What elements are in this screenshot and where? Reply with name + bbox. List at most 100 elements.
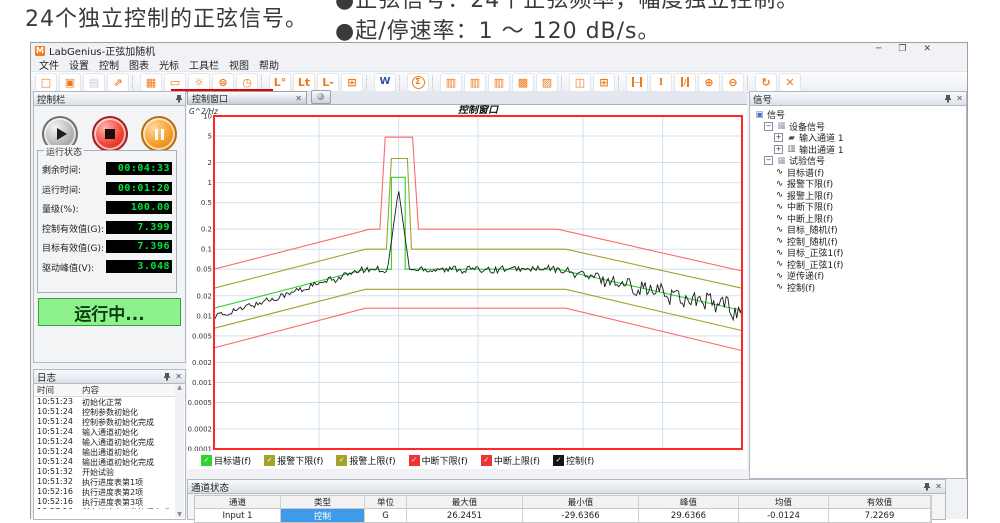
pause-button[interactable] — [141, 116, 177, 152]
legend-item[interactable]: ✓报警下限(f) — [264, 454, 323, 467]
menu-item-6[interactable]: 工具栏 — [184, 57, 224, 72]
spectrum-chart-2-button[interactable]: ▥ — [464, 73, 486, 92]
legend-checkbox[interactable]: ✓ — [553, 455, 564, 466]
mixed-chart-button[interactable]: ▩ — [512, 73, 534, 92]
tree-item[interactable]: ∿目标_随机(f) — [752, 224, 966, 236]
legend-checkbox[interactable]: ✓ — [264, 455, 275, 466]
close-button[interactable]: ✕ — [924, 44, 932, 54]
toolbar-separator — [261, 75, 266, 90]
diagonal-cursor-button[interactable]: ∕ — [674, 73, 696, 92]
tree-item[interactable]: ∿报警下限(f) — [752, 178, 966, 190]
print-button[interactable]: ▦ — [140, 73, 162, 92]
expand-icon[interactable]: + — [774, 145, 783, 154]
legend-item[interactable]: ✓中断上限(f) — [481, 454, 540, 467]
log-scrollbar[interactable]: ▲▼ — [175, 384, 184, 518]
collapse-icon[interactable]: − — [764, 122, 773, 131]
legend-checkbox[interactable]: ✓ — [481, 455, 492, 466]
tree-item[interactable]: −▦试验信号 — [752, 155, 966, 167]
log-title: 日志 — [37, 370, 56, 384]
menu-item-7[interactable]: 视图 — [224, 57, 254, 72]
legend-checkbox[interactable]: ✓ — [336, 455, 347, 466]
filled-chart-button[interactable]: ▨ — [536, 73, 558, 92]
zoom-out-button[interactable]: ⊖ — [722, 73, 744, 92]
export-button[interactable]: ⇗ — [107, 73, 129, 92]
legend-item[interactable]: ✓报警上限(f) — [336, 454, 395, 467]
collapse-icon[interactable]: − — [764, 156, 773, 165]
tree-item[interactable]: ∿目标_正弦1(f) — [752, 247, 966, 259]
tab-control-window[interactable]: 控制窗口 ✕ — [187, 91, 307, 104]
diagonal-cursor-icon: ∕ — [681, 77, 690, 87]
wave-icon: ∿ — [774, 226, 785, 235]
abort-button[interactable]: ✕ — [779, 73, 801, 92]
menu-item-1[interactable]: 文件 — [34, 57, 64, 72]
stop-button[interactable] — [92, 116, 128, 152]
maximize-button[interactable]: ❐ — [898, 44, 906, 54]
menu-item-3[interactable]: 控制 — [94, 57, 124, 72]
toolbar-separator — [747, 75, 752, 90]
pin-icon[interactable] — [176, 95, 182, 103]
layout-grid-button[interactable]: ◫ — [569, 73, 591, 92]
minimize-button[interactable]: ─ — [876, 44, 881, 54]
display-icon: ▭ — [170, 77, 180, 88]
spectrum-chart-3-button[interactable]: ▥ — [488, 73, 510, 92]
pin-icon[interactable] — [945, 95, 951, 103]
doc-text-clipped-line: ●正弦信号：24个正弦频率，幅度独立控制。 — [335, 0, 855, 16]
title-bar: M LabGenius-正弦加随机 ─ ❐ ✕ — [31, 43, 967, 58]
scroll-up-icon[interactable]: ▲ — [177, 384, 182, 391]
channel-table-row[interactable]: Input 1控制G26.2451-29.636629.6366-0.01247… — [195, 509, 931, 522]
table-view-button[interactable]: ⊞ — [593, 73, 615, 92]
close-icon[interactable]: ✕ — [175, 372, 182, 381]
tree-item[interactable]: ▣信号 — [752, 109, 966, 121]
tree-item[interactable]: ∿中断上限(f) — [752, 213, 966, 225]
menu-item-8[interactable]: 帮助 — [254, 57, 284, 72]
tree-item[interactable]: ∿控制_随机(f) — [752, 236, 966, 248]
spectrum-chart-1-icon: ▥ — [446, 77, 456, 88]
vertical-cursor-button[interactable]: I — [650, 73, 672, 92]
open-button[interactable]: ▤ — [83, 73, 105, 92]
tree-item[interactable]: ∿控制(f) — [752, 282, 966, 294]
tree-item[interactable]: ∿目标谱(f) — [752, 167, 966, 179]
horizontal-cursor-button[interactable]: ─ — [626, 73, 648, 92]
zoom-in-button[interactable]: ⊕ — [698, 73, 720, 92]
log-header: 日志 ✕ — [34, 370, 185, 384]
refresh-button[interactable]: ↻ — [755, 73, 777, 92]
save-button[interactable]: ▣ — [59, 73, 81, 92]
legend-item[interactable]: ✓控制(f) — [553, 454, 594, 467]
tree-item[interactable]: ∿报警上限(f) — [752, 190, 966, 202]
word-report-button[interactable]: W — [374, 73, 396, 92]
level-spectrum-3-button[interactable]: L- — [317, 73, 339, 92]
menu-item-2[interactable]: 设置 — [64, 57, 94, 72]
menu-item-4[interactable]: 图表 — [124, 57, 154, 72]
legend-item[interactable]: ✓目标谱(f) — [201, 454, 251, 467]
close-icon[interactable]: ✕ — [956, 94, 963, 103]
menu-item-5[interactable]: 光标 — [154, 57, 184, 72]
level-spectrum-2-icon: Lt — [298, 77, 310, 88]
tree-item[interactable]: +▥输出通道 1 — [752, 144, 966, 156]
tree-item[interactable]: ∿逆传递(f) — [752, 270, 966, 282]
legend-checkbox[interactable]: ✓ — [201, 455, 212, 466]
new-file-button[interactable]: □ — [35, 73, 57, 92]
pin-icon[interactable] — [164, 373, 170, 381]
legend-item[interactable]: ✓中断下限(f) — [409, 454, 468, 467]
expand-icon[interactable]: + — [774, 133, 783, 142]
wave-icon: ∿ — [774, 191, 785, 200]
tree-item[interactable]: ∿中断下限(f) — [752, 201, 966, 213]
chart-svg: 控制窗口G^2/Hz105210.50.20.10.050.020.010.00… — [187, 105, 747, 463]
y-tick-label: 5 — [208, 133, 212, 141]
legend-checkbox[interactable]: ✓ — [409, 455, 420, 466]
sigma-analysis-button[interactable]: Σ — [407, 73, 429, 92]
tree-item[interactable]: −▦设备信号 — [752, 121, 966, 133]
tab-label: 控制窗口 — [192, 92, 295, 105]
window-layout-button[interactable]: ⊞ — [341, 73, 363, 92]
pin-icon[interactable] — [924, 483, 930, 491]
root-icon: ▣ — [754, 111, 765, 120]
tab-close-icon[interactable]: ✕ — [295, 94, 302, 103]
level-spectrum-2-button[interactable]: Lt — [293, 73, 315, 92]
log-content: 所有进度表事件执行完成 — [79, 507, 170, 509]
tree-item[interactable]: ∿控制_正弦1(f) — [752, 259, 966, 271]
spectrum-chart-1-button[interactable]: ▥ — [440, 73, 462, 92]
close-icon[interactable]: ✕ — [935, 482, 942, 491]
tree-item[interactable]: +▰输入通道 1 — [752, 132, 966, 144]
scroll-down-icon[interactable]: ▼ — [177, 511, 182, 518]
screenshot-camera-icon[interactable] — [311, 90, 331, 104]
